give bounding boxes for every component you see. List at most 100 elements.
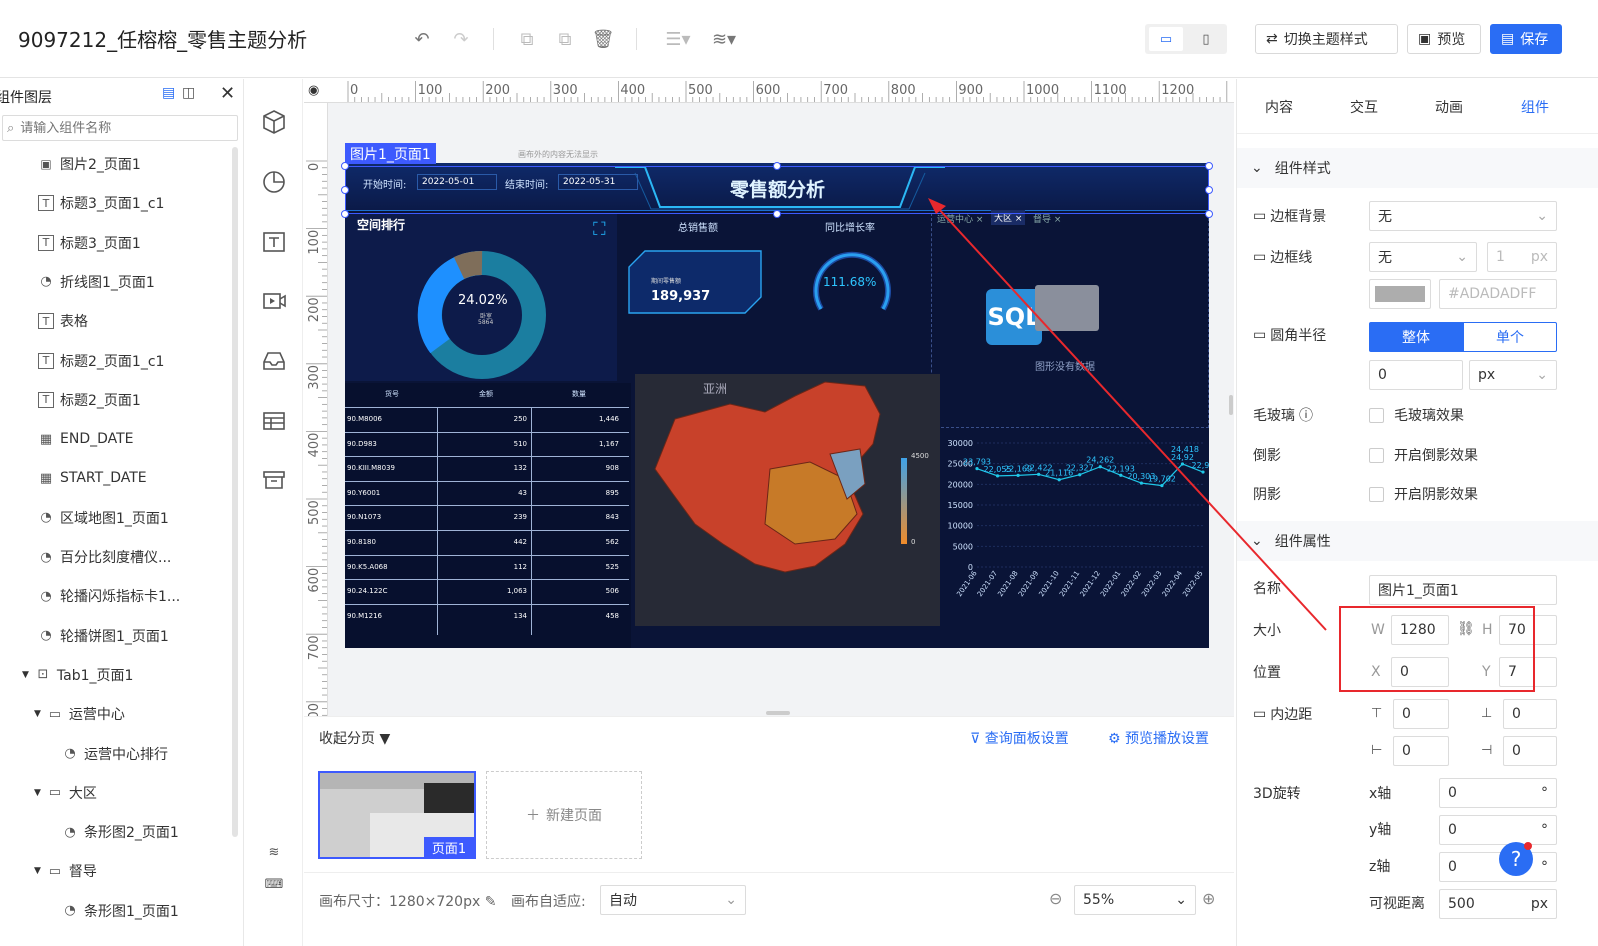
rot-x-input[interactable]: 0 ° xyxy=(1439,778,1557,808)
preview-button[interactable]: ▣ 预览 xyxy=(1407,24,1481,54)
layer-item[interactable]: ▼ ▭ 督导 xyxy=(34,856,97,886)
filter-icon[interactable]: ⛶ xyxy=(593,219,606,240)
border-color-hex[interactable]: #ADADADFF xyxy=(1439,279,1557,309)
resize-handle-ml[interactable] xyxy=(341,186,349,194)
resize-handle-bl[interactable] xyxy=(341,210,349,218)
redo-icon[interactable]: ↷ xyxy=(446,24,476,54)
layer-scrollbar[interactable] xyxy=(232,147,238,837)
layer-item[interactable]: T 标题2_页面1_c1 xyxy=(38,346,164,376)
adapt-select[interactable]: 自动 ⌄ xyxy=(600,885,746,915)
canvas-hscroll[interactable] xyxy=(766,711,790,715)
radius-single-button[interactable]: 单个 xyxy=(1463,322,1557,352)
layer-item[interactable]: ◔ 区域地图1_页面1 xyxy=(38,503,169,533)
zoom-in-icon[interactable]: ⊕ xyxy=(1202,889,1215,908)
resize-handle-tm[interactable] xyxy=(773,162,781,170)
pad-right-input[interactable]: 0 xyxy=(1503,736,1557,766)
align-icon[interactable]: ☰▾ xyxy=(660,24,696,54)
component-attr-section[interactable]: ⌄ 组件属性 xyxy=(1237,521,1598,561)
split-view-icon[interactable]: ◫ xyxy=(182,85,195,101)
layers-icon[interactable]: ≋ xyxy=(257,835,291,869)
tab-component[interactable]: 组件 xyxy=(1521,97,1549,117)
inbox-icon[interactable] xyxy=(257,344,291,378)
view-distance-input[interactable]: 500 px xyxy=(1439,889,1557,919)
radius-unit-select[interactable]: px ⌄ xyxy=(1469,360,1557,390)
text-tool-icon[interactable] xyxy=(257,225,291,259)
resize-handle-mr[interactable] xyxy=(1205,186,1213,194)
layer-item[interactable]: ◔ 折线图1_页面1 xyxy=(38,267,155,297)
border-bg-select[interactable]: 无 ⌄ xyxy=(1369,201,1557,231)
switch-theme-button[interactable]: ⇄ 切换主题样式 xyxy=(1255,24,1398,54)
collapse-pages[interactable]: 收起分页 ▼ xyxy=(319,728,390,748)
layer-item[interactable]: ◔ 运营中心排行 xyxy=(62,739,168,769)
layer-item[interactable]: ▼ ⊡ Tab1_页面1 xyxy=(22,660,133,690)
help-circle-icon[interactable]: ⓘ xyxy=(1299,405,1313,425)
delete-icon[interactable]: 🗑 xyxy=(588,24,618,54)
tab-content[interactable]: 内容 xyxy=(1265,97,1293,117)
new-page-button[interactable]: ＋新建页面 xyxy=(486,771,642,859)
mobile-icon[interactable]: ▯ xyxy=(1189,27,1223,51)
resize-handle-tr[interactable] xyxy=(1205,162,1213,170)
layers-stack-icon[interactable]: ≋▾ xyxy=(706,24,742,54)
border-width-input[interactable]: 1 px xyxy=(1487,242,1557,272)
preview-play-settings[interactable]: ⚙ 预览播放设置 xyxy=(1108,728,1209,748)
edit-icon[interactable]: ✎ xyxy=(485,894,497,910)
selection-box[interactable] xyxy=(345,166,1209,214)
query-panel-settings[interactable]: ⊽ 查询面板设置 xyxy=(970,728,1069,748)
caret-down-icon[interactable]: ▼ xyxy=(34,709,41,719)
table-tool-icon[interactable] xyxy=(257,404,291,438)
layer-item[interactable]: ◔ 轮播闪烁指标卡1... xyxy=(38,581,180,611)
layer-item[interactable]: ▦ START_DATE xyxy=(38,463,147,493)
tab-animation[interactable]: 动画 xyxy=(1435,97,1463,117)
pad-top-input[interactable]: 0 xyxy=(1393,699,1449,729)
canvas-vscroll[interactable] xyxy=(1229,395,1233,415)
border-line-select[interactable]: 无 ⌄ xyxy=(1369,242,1477,272)
layer-item[interactable]: T 标题3_页面1_c1 xyxy=(38,188,164,218)
component-style-section[interactable]: ⌄ 组件样式 xyxy=(1237,148,1598,188)
reflect-checkbox[interactable]: 开启倒影效果 xyxy=(1369,445,1478,465)
layer-item[interactable]: ▣ 图片2_页面1 xyxy=(38,149,141,179)
glass-checkbox[interactable]: 毛玻璃效果 xyxy=(1369,405,1464,425)
paste-icon[interactable]: ⧉ xyxy=(550,24,580,54)
pad-left-input[interactable]: 0 xyxy=(1393,736,1449,766)
layer-item[interactable]: T 标题3_页面1 xyxy=(38,228,141,258)
layer-item[interactable]: T 表格 xyxy=(38,306,88,336)
zoom-select[interactable]: 55% ⌄ xyxy=(1074,885,1196,915)
list-view-icon[interactable]: ▤ xyxy=(162,85,175,101)
caret-down-icon[interactable]: ▼ xyxy=(34,788,41,798)
name-input[interactable]: 图片1_页面1 xyxy=(1369,575,1557,605)
layer-item[interactable]: ◔ 条形图1_页面1 xyxy=(62,896,179,926)
save-button[interactable]: ▤ 保存 xyxy=(1490,24,1562,54)
tab-interaction[interactable]: 交互 xyxy=(1350,97,1378,117)
resize-handle-tl[interactable] xyxy=(341,162,349,170)
archive-icon[interactable] xyxy=(257,463,291,497)
close-icon[interactable]: ✕ xyxy=(220,83,235,104)
pie-chart-icon[interactable] xyxy=(257,165,291,199)
zoom-out-icon[interactable]: ⊖ xyxy=(1049,889,1062,908)
resize-handle-bm[interactable] xyxy=(773,210,781,218)
radius-whole-button[interactable]: 整体 xyxy=(1369,322,1463,352)
radius-input[interactable]: 0 xyxy=(1369,360,1463,390)
layer-item[interactable]: ◔ 条形图2_页面1 xyxy=(62,817,179,847)
caret-down-icon[interactable]: ▼ xyxy=(34,866,41,876)
cube-icon[interactable] xyxy=(257,105,291,139)
dashboard-canvas[interactable]: 零售额分析 开始时间: 2022-05-01 结束时间: 2022-05-31 … xyxy=(345,163,1209,648)
layer-item[interactable]: ▼ ▭ 大区 xyxy=(34,778,97,808)
rot-z-input[interactable]: 0 ° xyxy=(1439,852,1557,882)
resize-handle-br[interactable] xyxy=(1205,210,1213,218)
caret-down-icon[interactable]: ▼ xyxy=(22,670,29,680)
region-map[interactable]: 亚洲 4500 0 xyxy=(635,374,940,626)
layer-search-input[interactable] xyxy=(20,120,211,136)
layer-item[interactable]: ◔ 轮播饼图1_页面1 xyxy=(38,621,169,651)
layer-item[interactable]: ▼ ▭ 运营中心 xyxy=(34,699,125,729)
video-icon[interactable] xyxy=(257,284,291,318)
page-thumbnail[interactable]: 页面1 xyxy=(318,771,476,859)
copy-icon[interactable]: ⧉ xyxy=(512,24,542,54)
eye-icon[interactable]: ◉ xyxy=(308,83,319,98)
layer-item[interactable]: T 标题2_页面1 xyxy=(38,385,141,415)
keyboard-icon[interactable]: ⌨ xyxy=(257,867,291,901)
shadow-checkbox[interactable]: 开启阴影效果 xyxy=(1369,484,1478,504)
border-color-swatch[interactable] xyxy=(1369,279,1431,309)
layer-item[interactable]: ▦ END_DATE xyxy=(38,424,134,454)
undo-icon[interactable]: ↶ xyxy=(407,24,437,54)
desktop-icon[interactable]: ▭ xyxy=(1149,27,1183,51)
